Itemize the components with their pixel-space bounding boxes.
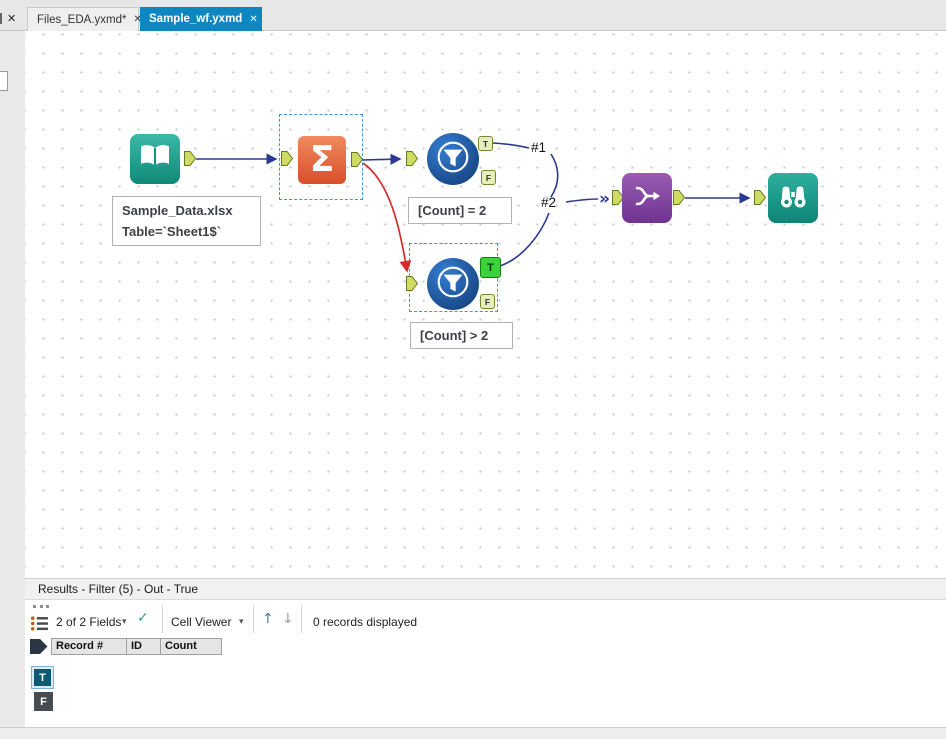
chevron-down-icon[interactable]: ▾ [239, 617, 244, 627]
annotation-line: [Count] = 2 [418, 203, 487, 218]
cell-viewer-dropdown[interactable]: Cell Viewer [171, 615, 231, 629]
next-record-button[interactable]: ↓ [282, 611, 294, 627]
tool-filter-bottom[interactable] [427, 258, 479, 310]
status-bar [0, 727, 946, 739]
grid-corner-icon [29, 638, 49, 660]
collapsed-panel-handle[interactable] [0, 71, 8, 91]
funnel-icon [435, 264, 471, 305]
output-anchor[interactable] [673, 190, 686, 210]
book-icon [139, 144, 171, 175]
sigma-icon: Σ [309, 139, 335, 180]
close-icon[interactable]: ✕ [249, 14, 257, 25]
output-tab-true[interactable]: T [31, 666, 54, 689]
results-panel-header: Results - Filter (5) - Out - True [25, 578, 946, 600]
output-tab-false[interactable]: F [34, 692, 53, 711]
tool-filter-top[interactable] [427, 133, 479, 185]
true-output-anchor-selected[interactable]: T [480, 257, 501, 278]
records-displayed-text: 0 records displayed [313, 615, 418, 629]
toolbar-separator [301, 605, 302, 633]
output-anchor[interactable] [351, 152, 364, 172]
false-output-anchor[interactable]: F [480, 294, 495, 309]
union-input-chevrons: » [599, 189, 610, 209]
binoculars-icon [776, 181, 810, 216]
annotation-line: Sample_Data.xlsx [122, 203, 233, 218]
tab-sample-wf[interactable]: Sample_wf.yxmd ✕ [140, 7, 262, 31]
tab-label: Files_EDA.yxmd* [37, 13, 127, 26]
alteryx-designer-window: ✕ Files_EDA.yxmd* ✕ Sample_wf.yxmd ✕ Sam… [0, 0, 946, 739]
annotation-line: [Count] > 2 [420, 328, 489, 343]
tab-label: Sample_wf.yxmd [149, 13, 243, 25]
input-anchor[interactable] [406, 276, 419, 296]
union-merge-icon [632, 181, 662, 216]
fields-dropdown[interactable]: 2 of 2 Fields [56, 615, 121, 629]
select-all-fields-check[interactable]: ✓ [137, 610, 149, 626]
column-header-id[interactable]: ID [126, 638, 161, 655]
connection-label-1: #1 [531, 140, 547, 155]
close-tab-icon[interactable]: ✕ [7, 12, 16, 25]
tool-summarize[interactable]: Σ [298, 136, 346, 184]
input-anchor[interactable] [406, 151, 419, 171]
tool-input-data[interactable] [130, 134, 180, 184]
annotation-line: Table=`Sheet1$` [122, 224, 222, 239]
connection-label-2: #2 [541, 195, 557, 210]
funnel-icon [435, 139, 471, 180]
true-output-anchor[interactable]: T [478, 136, 493, 151]
false-output-anchor[interactable]: F [481, 170, 496, 185]
previous-record-button[interactable]: ↑ [262, 611, 274, 627]
output-tab-true-label: T [34, 669, 51, 686]
input-anchor[interactable] [281, 151, 294, 171]
column-header-count[interactable]: Count [160, 638, 222, 655]
column-header-record[interactable]: Record # [51, 638, 127, 655]
tool-browse[interactable] [768, 173, 818, 223]
output-anchor[interactable] [184, 151, 197, 171]
tool-union[interactable] [622, 173, 672, 223]
annotation-input-data[interactable]: Sample_Data.xlsx Table=`Sheet1$` [112, 196, 261, 246]
toolbar-separator [162, 605, 163, 633]
annotation-filter-top[interactable]: [Count] = 2 [408, 197, 512, 224]
toolbar-grip-handle[interactable] [33, 605, 49, 608]
results-title: Results - Filter (5) - Out - True [38, 582, 199, 596]
results-panel-body [25, 601, 946, 727]
input-anchor[interactable] [754, 190, 767, 210]
tab-files-eda[interactable]: Files_EDA.yxmd* ✕ [27, 7, 142, 31]
field-list-icon[interactable] [30, 614, 49, 638]
chevron-down-icon[interactable]: ▾ [122, 617, 127, 627]
left-dock-strip [0, 31, 25, 739]
tab-strip-edge [0, 13, 2, 24]
toolbar-separator [253, 605, 254, 633]
annotation-filter-bottom[interactable]: [Count] > 2 [410, 322, 513, 349]
